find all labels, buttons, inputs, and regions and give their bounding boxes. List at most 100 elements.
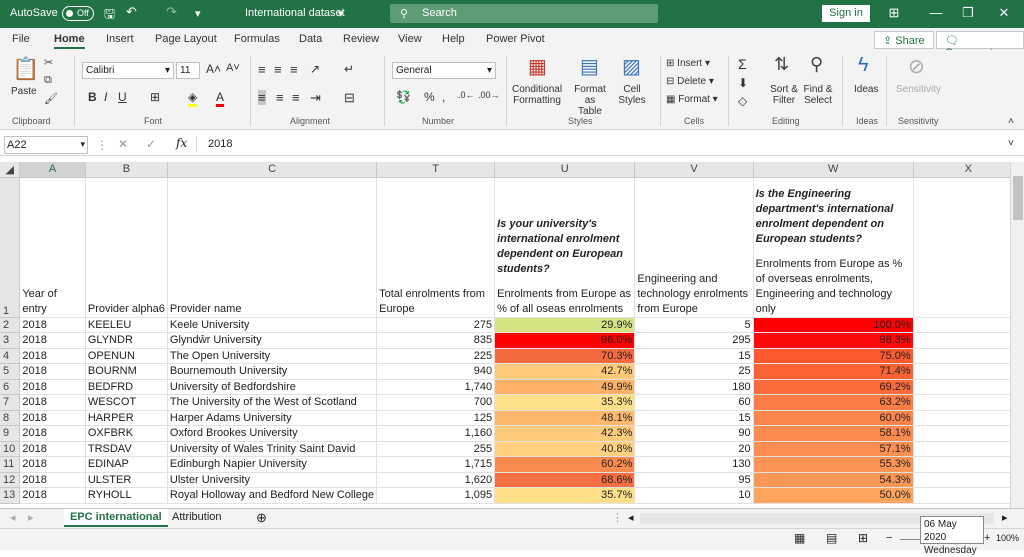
cell-year[interactable]: 2018 xyxy=(19,456,86,473)
empty-cell[interactable] xyxy=(913,332,1024,349)
empty-cell[interactable] xyxy=(913,410,1024,426)
name-box[interactable]: A22 ▾ xyxy=(4,136,88,154)
column-header-c[interactable]: C xyxy=(167,162,378,178)
header-engineering-pct[interactable]: Is the Engineering department's internat… xyxy=(753,177,914,318)
header-europe-pct[interactable]: Is your university's international enrol… xyxy=(494,177,636,318)
column-header-a[interactable]: A xyxy=(19,162,86,178)
copy-icon[interactable]: ⧉ xyxy=(44,74,52,87)
cell-provider-alpha6[interactable]: BEDFRD xyxy=(85,379,168,395)
menu-home[interactable]: Home xyxy=(54,33,85,49)
ideas-button[interactable]: Ideas xyxy=(854,84,878,95)
align-right-icon[interactable]: ≡ xyxy=(292,90,300,105)
cell-engineering-pct[interactable]: 55.3% xyxy=(753,456,914,473)
cell-provider-alpha6[interactable]: HARPER xyxy=(85,410,168,426)
font-size-select[interactable]: 11 xyxy=(176,62,200,79)
column-header-t[interactable]: T xyxy=(376,162,496,178)
add-sheet-icon[interactable]: ⊕ xyxy=(250,508,273,528)
cell-engineering-enrolments[interactable]: 180 xyxy=(634,379,754,395)
next-sheet-icon[interactable]: ▸ xyxy=(22,509,40,526)
cell-year[interactable]: 2018 xyxy=(19,425,86,442)
cell-engineering-pct[interactable]: 100.0% xyxy=(753,317,914,333)
cell-europe-pct[interactable]: 96.0% xyxy=(494,332,636,349)
row-number[interactable]: 4 xyxy=(0,348,21,364)
empty-cell[interactable] xyxy=(913,441,1024,457)
menu-power-pivot[interactable]: Power Pivot xyxy=(486,33,545,45)
cell-provider-name[interactable]: Glyndŵr University xyxy=(167,332,378,349)
align-left-icon[interactable]: ≡ xyxy=(258,90,266,105)
zoom-level[interactable]: 100% xyxy=(996,533,1019,543)
normal-view-icon[interactable]: ▦ xyxy=(794,531,805,545)
cell-engineering-pct[interactable]: 60.0% xyxy=(753,410,914,426)
sensitivity-button[interactable]: Sensitivity xyxy=(896,84,941,95)
empty-cell[interactable] xyxy=(913,394,1024,411)
row-number[interactable]: 8 xyxy=(0,410,21,426)
cell-year[interactable]: 2018 xyxy=(19,394,86,411)
cell-total-enrolments[interactable]: 125 xyxy=(376,410,496,426)
increase-decimal-icon[interactable]: .0← xyxy=(458,90,475,100)
cell-europe-pct[interactable]: 48.1% xyxy=(494,410,636,426)
cell-europe-pct[interactable]: 29.9% xyxy=(494,317,636,333)
autosum-icon[interactable]: Σ xyxy=(738,56,747,72)
empty-cell[interactable] xyxy=(913,487,1024,504)
paste-label[interactable]: Paste xyxy=(11,86,37,97)
format-cells-button[interactable]: ▦ Format ▾ xyxy=(666,94,718,105)
cell-year[interactable]: 2018 xyxy=(19,410,86,426)
cell-year[interactable]: 2018 xyxy=(19,487,86,504)
find-select-button[interactable]: Find & Select xyxy=(802,84,834,106)
zoom-out-icon[interactable]: − xyxy=(886,532,892,544)
cell-provider-name[interactable]: Ulster University xyxy=(167,472,378,488)
font-name-select[interactable]: Calibri ▾ xyxy=(82,62,174,79)
row-number[interactable]: 3 xyxy=(0,332,21,349)
redo-icon[interactable]: ↷ xyxy=(166,4,177,20)
cell-engineering-enrolments[interactable]: 95 xyxy=(634,472,754,488)
hscroll-left-icon[interactable]: ◂ xyxy=(622,509,640,526)
worksheet-grid[interactable]: ◢ A B C T U V W X 1 Year of entry Provid… xyxy=(0,162,1024,504)
header-total-enrolments[interactable]: Total enrolments from Europe xyxy=(376,177,496,318)
empty-cell[interactable] xyxy=(913,472,1024,488)
cell-provider-alpha6[interactable]: ULSTER xyxy=(85,472,168,488)
row-number[interactable]: 1 xyxy=(0,177,21,318)
empty-cell[interactable] xyxy=(913,456,1024,473)
zoom-in-icon[interactable]: + xyxy=(984,532,990,544)
cell-provider-alpha6[interactable]: OPENUN xyxy=(85,348,168,364)
cell-total-enrolments[interactable]: 835 xyxy=(376,332,496,349)
cell-provider-alpha6[interactable]: TRSDAV xyxy=(85,441,168,457)
cell-total-enrolments[interactable]: 940 xyxy=(376,363,496,380)
cell-engineering-pct[interactable]: 98.3% xyxy=(753,332,914,349)
page-break-view-icon[interactable]: ⊞ xyxy=(858,531,868,545)
cell-year[interactable]: 2018 xyxy=(19,317,86,333)
percent-icon[interactable]: % xyxy=(424,90,435,104)
fill-icon[interactable]: ⬇ xyxy=(738,76,748,90)
sort-filter-button[interactable]: Sort & Filter xyxy=(768,84,800,106)
cell-provider-alpha6[interactable]: EDINAP xyxy=(85,456,168,473)
format-painter-icon[interactable]: 🖌 xyxy=(44,92,58,105)
cell-engineering-enrolments[interactable]: 15 xyxy=(634,348,754,364)
cell-engineering-enrolments[interactable]: 90 xyxy=(634,425,754,442)
hscroll-right-icon[interactable]: ▸ xyxy=(996,509,1014,526)
cell-engineering-pct[interactable]: 71.4% xyxy=(753,363,914,380)
font-color-icon[interactable]: A xyxy=(216,90,225,107)
find-select-icon[interactable]: ⚲ xyxy=(810,54,823,75)
scroll-thumb[interactable] xyxy=(1013,176,1023,220)
sign-in-button[interactable]: Sign in xyxy=(822,5,870,22)
cell-provider-name[interactable]: The Open University xyxy=(167,348,378,364)
insert-cells-button[interactable]: ⊞ Insert ▾ xyxy=(666,58,710,69)
cell-total-enrolments[interactable]: 1,095 xyxy=(376,487,496,504)
title-dropdown-icon[interactable]: ▾ xyxy=(338,7,344,20)
accounting-icon[interactable]: 💱 xyxy=(396,90,411,104)
format-as-table-icon[interactable]: ▤ xyxy=(580,54,599,79)
search-box[interactable]: ⚲ Search xyxy=(390,4,658,23)
cell-engineering-enrolments[interactable]: 295 xyxy=(634,332,754,349)
cell-provider-name[interactable]: Oxford Brookes University xyxy=(167,425,378,442)
cell-engineering-pct[interactable]: 75.0% xyxy=(753,348,914,364)
cell-styles-icon[interactable]: ▨ xyxy=(622,54,641,79)
cell-year[interactable]: 2018 xyxy=(19,348,86,364)
cell-engineering-enrolments[interactable]: 20 xyxy=(634,441,754,457)
cell-provider-name[interactable]: Bournemouth University xyxy=(167,363,378,380)
cell-europe-pct[interactable]: 68.6% xyxy=(494,472,636,488)
column-header-v[interactable]: V xyxy=(634,162,754,178)
sensitivity-icon[interactable]: ⊘ xyxy=(908,54,925,79)
empty-cell[interactable] xyxy=(913,177,1024,318)
comments-button[interactable]: 🗨 Comments xyxy=(936,31,1024,59)
underline-icon[interactable]: U xyxy=(118,90,127,104)
